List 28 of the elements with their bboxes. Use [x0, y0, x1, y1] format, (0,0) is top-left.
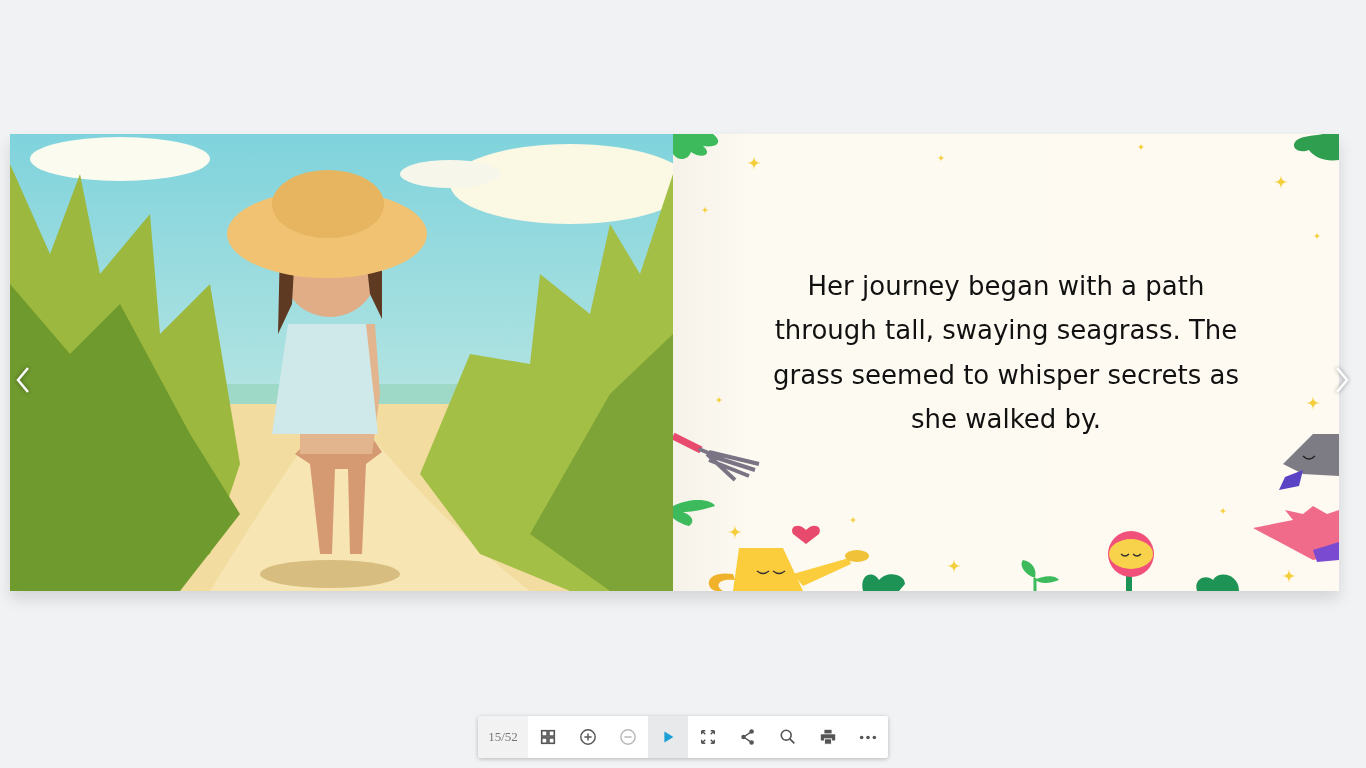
- trowel-drawing: [1279, 434, 1339, 490]
- story-text: Her journey began with a path through tall, swaying seagrass. The grass seemed to whisper secrets as she walked by.: [772, 269, 1240, 436]
- sprout-icon: [1021, 560, 1059, 591]
- fullscreen-button[interactable]: [688, 716, 728, 758]
- sparkle-icon: [1219, 507, 1227, 515]
- sparkle-icon: [947, 559, 961, 573]
- sparkle-icon: [1306, 396, 1320, 410]
- sparkle-icon: [747, 156, 761, 170]
- sparkle-icon: [849, 516, 857, 524]
- sparkle-icon: [937, 154, 945, 162]
- flower-drawing: [1108, 531, 1154, 591]
- chevron-right-icon: [1335, 366, 1349, 394]
- bush-drawing: [1196, 574, 1239, 591]
- thumbnails-button[interactable]: [528, 716, 568, 758]
- sparkle-icon: [728, 525, 742, 539]
- sparkle-icon: [1313, 232, 1321, 240]
- sparkle-icon: [1274, 175, 1288, 189]
- leaf-drawing: [673, 134, 719, 159]
- heart-icon: [792, 525, 820, 544]
- leaf-drawing: [1293, 134, 1339, 161]
- plant-drawing: [862, 574, 905, 591]
- sparkle-icon: [715, 396, 723, 404]
- leaf-drawing: [673, 499, 715, 526]
- sparkle-icon: [1282, 569, 1296, 583]
- sparkle-icon: [1137, 143, 1145, 151]
- sparkle-icon: [701, 206, 709, 214]
- chevron-left-icon: [16, 366, 30, 394]
- page-counter: 15/52: [478, 716, 528, 758]
